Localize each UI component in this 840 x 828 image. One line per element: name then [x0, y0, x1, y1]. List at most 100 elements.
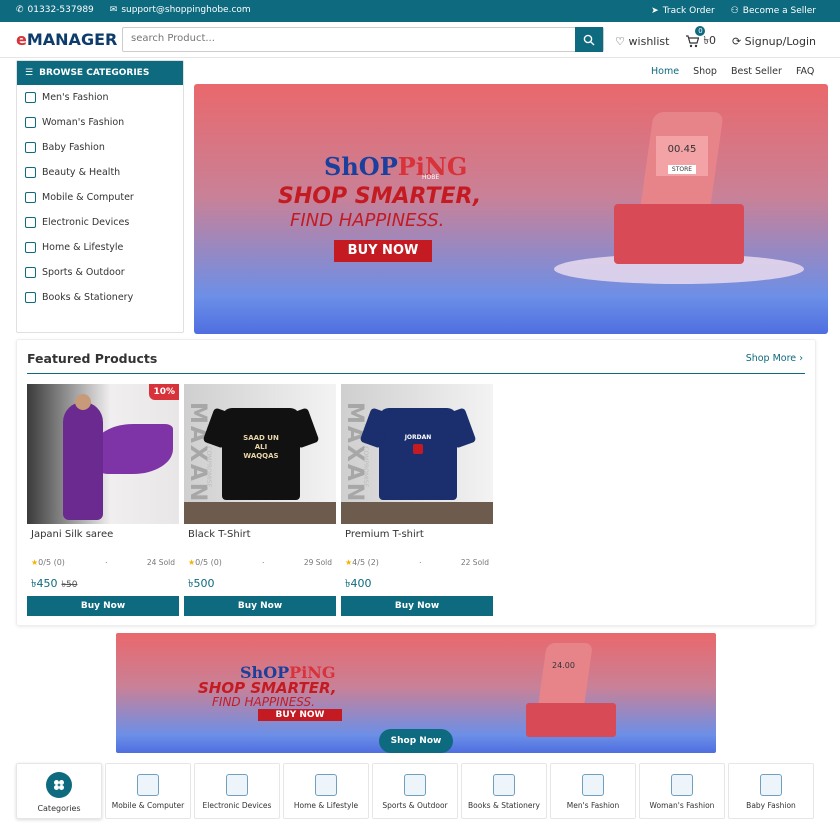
main-nav: Home Shop Best Seller FAQ [651, 66, 814, 77]
dress-icon [671, 774, 693, 796]
shop-now-button[interactable]: Shop Now [379, 729, 453, 753]
sidebar-item-sports-outdoor[interactable]: Sports & Outdoor [17, 260, 183, 285]
category-home-lifestyle[interactable]: Home & Lifestyle [283, 763, 369, 819]
device-icon [226, 774, 248, 796]
nav-shop[interactable]: Shop [693, 66, 717, 77]
product-card[interactable]: MAXAN NEVER COMPROMISE SAAD UN ALI WAQQA… [184, 384, 336, 616]
sidebar-item-baby-fashion[interactable]: Baby Fashion [17, 135, 183, 160]
become-seller-link[interactable]: ⚇ Become a Seller [731, 6, 816, 16]
product-name[interactable]: Japani Silk saree [31, 529, 113, 540]
category-books-stationery[interactable]: Books & Stationery [461, 763, 547, 819]
sidebar-item-mens-fashion[interactable]: Men's Fashion [17, 85, 183, 110]
sidebar-item-label: Beauty & Health [42, 167, 121, 178]
product-image[interactable]: MAXAN NEVER COMPROMISE SAAD UN ALI WAQQA… [184, 384, 336, 524]
category-sports-outdoor[interactable]: Sports & Outdoor [372, 763, 458, 819]
sidebar-item-label: Books & Stationery [42, 292, 134, 303]
price-current: ৳500 [188, 577, 215, 590]
category-mens-fashion[interactable]: Men's Fashion [550, 763, 636, 819]
wishlist-link[interactable]: ♡ wishlist [615, 35, 669, 48]
product-rating: ★4/5 (2) [345, 558, 379, 567]
categories-button[interactable]: Categories [16, 763, 102, 819]
sidebar-item-home-lifestyle[interactable]: Home & Lifestyle [17, 235, 183, 260]
chevron-right-icon: › [799, 353, 803, 364]
book-icon [493, 774, 515, 796]
hero-banner[interactable]: 00.45 STORE ShOPPiNG HOBE SHOP SMARTER, F… [194, 84, 828, 334]
send-icon: ➤ [651, 6, 659, 16]
category-bar: Categories Mobile & Computer Electronic … [16, 763, 816, 819]
buy-now-button[interactable]: Buy Now [27, 596, 179, 616]
separator-dot: . [419, 556, 422, 565]
saree-head [75, 394, 91, 410]
tee-print: SAAD UN ALI WAQQAS [243, 434, 279, 460]
sold-count: 24 Sold [146, 558, 175, 567]
category-baby-fashion[interactable]: Baby Fashion [728, 763, 814, 819]
category-label: Home & Lifestyle [293, 801, 359, 810]
signup-login-link[interactable]: ⟳ Signup/Login [732, 35, 816, 48]
sidebar-item-beauty-health[interactable]: Beauty & Health [17, 160, 183, 185]
product-image[interactable]: 10% [27, 384, 179, 524]
shop-more-link[interactable]: Shop More › [746, 353, 803, 364]
email-contact[interactable]: ✉ support@shoppinghobe.com [110, 5, 251, 15]
tee-print: JORDAN [404, 434, 432, 441]
phone-contact[interactable]: ✆ 01332-537989 [16, 5, 94, 15]
product-name[interactable]: Premium T-shirt [345, 529, 424, 540]
category-mobile-computer[interactable]: Mobile & Computer [105, 763, 191, 819]
nav-home[interactable]: Home [651, 66, 679, 77]
category-womans-fashion[interactable]: Woman's Fashion [639, 763, 725, 819]
nav-best-seller[interactable]: Best Seller [731, 66, 782, 77]
sports-icon [404, 774, 426, 796]
search-button[interactable] [575, 27, 603, 52]
category-electronic-devices[interactable]: Electronic Devices [194, 763, 280, 819]
sidebar-item-label: Men's Fashion [42, 92, 109, 103]
promo-banner[interactable]: 24.00 ShOPPiNG SHOP SMARTER, FIND HAPPIN… [116, 633, 716, 753]
sidebar-item-label: Electronic Devices [42, 217, 130, 228]
logo-text: MANAGER [26, 30, 118, 49]
dress-icon [25, 117, 36, 128]
search-input[interactable] [131, 33, 571, 44]
sidebar-category-list: Men's Fashion Woman's Fashion Baby Fashi… [17, 85, 183, 310]
category-label: Mobile & Computer [111, 801, 185, 810]
tee-table [184, 502, 336, 524]
sidebar-title: BROWSE CATEGORIES [39, 68, 150, 78]
header-actions: ♡ wishlist 0 ৳0 ⟳ Signup/Login [615, 26, 816, 51]
banner-headline: SHOP SMARTER, [278, 184, 482, 209]
track-order-label: Track Order [662, 6, 715, 16]
nav-faq[interactable]: FAQ [796, 66, 814, 77]
sidebar-item-electronic-devices[interactable]: Electronic Devices [17, 210, 183, 235]
saree-drape [93, 424, 173, 474]
buy-now-button[interactable]: Buy Now [341, 596, 493, 616]
rating-text: 4/5 (2) [352, 558, 379, 567]
sold-count: 29 Sold [303, 558, 332, 567]
category-label: Books & Stationery [468, 801, 540, 810]
sidebar-header[interactable]: ☰ BROWSE CATEGORIES [17, 61, 183, 85]
banner-buy-now-button[interactable]: BUY NOW [334, 240, 432, 262]
featured-title: Featured Products [27, 351, 158, 366]
black-tshirt-illustration: SAAD UN ALI WAQQAS [202, 407, 320, 500]
email-address: support@shoppinghobe.com [121, 5, 251, 15]
sidebar-item-mobile-computer[interactable]: Mobile & Computer [17, 185, 183, 210]
product-rating: ★0/5 (0) [31, 558, 65, 567]
product-card[interactable]: 10% Japani Silk saree ★0/5 (0) . 24 Sold… [27, 384, 179, 616]
shop-stall-illustration [526, 703, 616, 737]
home-icon [25, 242, 36, 253]
buy-now-button[interactable]: Buy Now [184, 596, 336, 616]
baby-icon [25, 142, 36, 153]
user-icon: ⚇ [730, 6, 739, 16]
shirt-icon [25, 92, 36, 103]
tee-table [341, 502, 493, 524]
sold-count: 22 Sold [460, 558, 489, 567]
product-card[interactable]: MAXAN NEVER COMPROMISE JORDAN Premium T-… [341, 384, 493, 616]
store-sign: STORE [667, 165, 697, 174]
cart-button[interactable]: 0 ৳0 [685, 26, 716, 51]
sidebar-item-womans-fashion[interactable]: Woman's Fashion [17, 110, 183, 135]
shop-stall-illustration [614, 204, 744, 264]
price-current: ৳400 [345, 577, 372, 590]
menu-icon: ☰ [25, 68, 34, 78]
track-order-link[interactable]: ➤ Track Order [651, 6, 715, 16]
sidebar-item-books-stationery[interactable]: Books & Stationery [17, 285, 183, 310]
product-image[interactable]: MAXAN NEVER COMPROMISE JORDAN [341, 384, 493, 524]
price-current: ৳450 [31, 577, 58, 590]
promo-buy-now-button[interactable]: BUY NOW [258, 709, 342, 721]
site-logo[interactable]: eMANAGER [16, 30, 117, 49]
product-name[interactable]: Black T-Shirt [188, 529, 251, 540]
